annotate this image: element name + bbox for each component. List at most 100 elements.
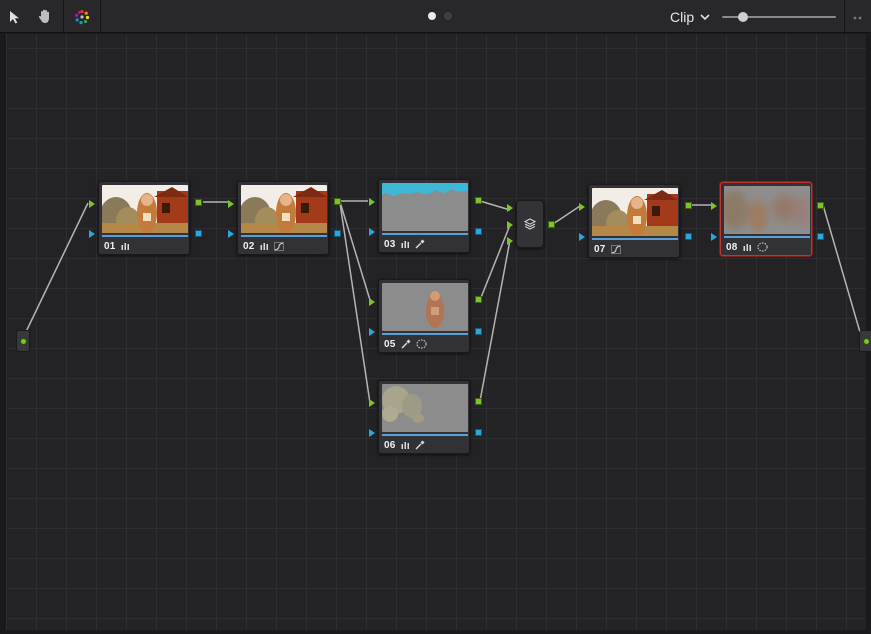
key-output-port[interactable] <box>195 230 202 237</box>
key-output-port[interactable] <box>334 230 341 237</box>
key-input-port[interactable] <box>369 429 375 437</box>
rgb-output-port[interactable] <box>334 198 341 205</box>
input-dot-icon <box>19 337 27 345</box>
rgb-input-port[interactable] <box>369 298 375 306</box>
rgb-input-port[interactable] <box>711 202 717 210</box>
key-output-port[interactable] <box>817 233 824 240</box>
node-number: 07 <box>594 243 606 255</box>
node-number: 06 <box>384 439 396 451</box>
source-input-node[interactable] <box>16 330 30 352</box>
custom-curve-icon <box>610 244 621 254</box>
qualifier-icon <box>415 239 425 249</box>
curves-icon <box>401 241 409 248</box>
node-08[interactable]: 08 <box>711 182 824 256</box>
key-output-port[interactable] <box>475 228 482 235</box>
curves-icon <box>743 244 751 251</box>
curves-icon <box>260 243 268 250</box>
rgb-output-port[interactable] <box>817 202 824 209</box>
arrow-pointer-icon <box>10 10 19 23</box>
hand-tool-button[interactable] <box>30 0 60 33</box>
mode-select-label: Clip <box>670 9 695 25</box>
key-input-port[interactable] <box>579 233 585 241</box>
custom-curve-icon <box>273 241 284 251</box>
tool-group <box>0 0 104 33</box>
window-icon <box>415 339 427 349</box>
node-label: 02 <box>243 240 284 252</box>
color-dots-icon <box>75 9 90 24</box>
node-thumbnail <box>592 188 678 236</box>
rgb-output-port[interactable] <box>195 199 202 206</box>
node-number: 02 <box>243 240 255 252</box>
toolbar-divider <box>63 0 64 33</box>
mixer-input-port-3[interactable] <box>507 237 513 245</box>
color-wheel-tool-button[interactable] <box>67 0 97 33</box>
node-editor-toolbar: Clip <box>0 0 871 33</box>
node-number: 03 <box>384 238 396 250</box>
node-02[interactable]: 02 <box>228 181 341 255</box>
node-number: 05 <box>384 338 396 350</box>
zoom-slider[interactable] <box>722 10 836 24</box>
key-input-port[interactable] <box>369 328 375 336</box>
node-label: 07 <box>594 243 621 255</box>
curves-icon <box>401 442 409 449</box>
node-03[interactable]: 03 <box>369 179 482 253</box>
key-line <box>382 233 468 235</box>
curves-icon <box>121 243 129 250</box>
key-line <box>102 235 188 237</box>
node-07[interactable]: 07 <box>579 184 692 258</box>
key-output-port[interactable] <box>685 233 692 240</box>
zoom-slider-handle[interactable] <box>738 12 748 22</box>
rgb-input-port[interactable] <box>369 198 375 206</box>
layer-mixer-node[interactable] <box>507 200 555 248</box>
more-options-button[interactable] <box>848 11 868 23</box>
qualifier-icon <box>415 440 425 450</box>
mixer-input-port-1[interactable] <box>507 204 513 212</box>
node-number: 01 <box>104 240 116 252</box>
node-label: 01 <box>104 240 130 252</box>
rgb-input-port[interactable] <box>579 203 585 211</box>
node-thumbnail <box>382 283 468 331</box>
rgb-output-port[interactable] <box>475 296 482 303</box>
key-input-port[interactable] <box>228 230 234 238</box>
node-06[interactable]: 06 <box>369 380 482 454</box>
node-label: 06 <box>384 439 425 451</box>
clip-mode-select[interactable]: Clip <box>670 7 710 27</box>
key-output-port[interactable] <box>475 429 482 436</box>
key-line <box>724 236 810 238</box>
output-dot-icon <box>862 337 870 345</box>
page-indicator <box>428 12 452 20</box>
toolbar-divider <box>844 0 845 33</box>
key-input-port[interactable] <box>711 233 717 241</box>
layers-icon <box>524 218 536 230</box>
rgb-output-port[interactable] <box>685 202 692 209</box>
qualifier-icon <box>401 339 411 349</box>
node-01[interactable]: 01 <box>89 181 202 255</box>
node-thumbnail <box>241 185 327 233</box>
key-input-port[interactable] <box>369 228 375 236</box>
rgb-input-port[interactable] <box>369 399 375 407</box>
key-input-port[interactable] <box>89 230 95 238</box>
node-number: 08 <box>726 241 738 253</box>
hand-icon <box>38 9 49 23</box>
rgb-output-port[interactable] <box>475 197 482 204</box>
node-thumbnail <box>382 183 468 231</box>
output-node[interactable] <box>859 330 871 352</box>
rgb-output-port[interactable] <box>475 398 482 405</box>
mixer-input-port-2[interactable] <box>507 221 513 229</box>
chevron-down-icon <box>700 13 710 20</box>
key-output-port[interactable] <box>475 328 482 335</box>
page-dot-active[interactable] <box>428 12 436 20</box>
mixer-output-port[interactable] <box>548 221 555 228</box>
node-label: 08 <box>726 241 768 253</box>
window-icon <box>756 242 768 252</box>
key-line <box>382 333 468 335</box>
pointer-tool-button[interactable] <box>0 0 30 33</box>
rgb-input-port[interactable] <box>89 200 95 208</box>
node-label: 03 <box>384 238 425 250</box>
node-thumbnail <box>724 186 810 234</box>
rgb-input-port[interactable] <box>228 200 234 208</box>
more-dots-icon <box>853 16 862 20</box>
node-05[interactable]: 05 <box>369 279 482 353</box>
page-dot-inactive[interactable] <box>444 12 452 20</box>
key-line <box>592 238 678 240</box>
